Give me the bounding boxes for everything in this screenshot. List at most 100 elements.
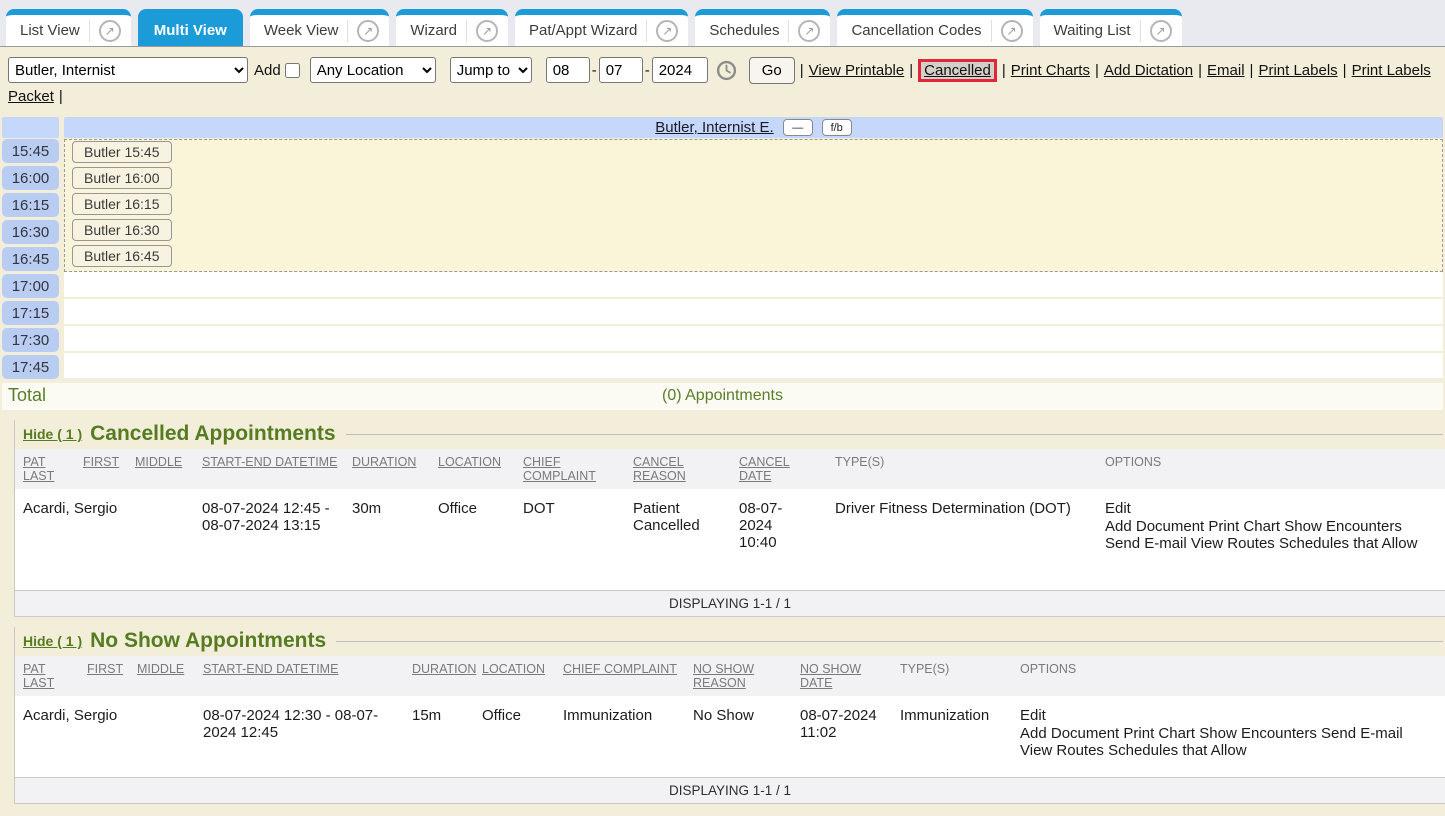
col-chief-complaint[interactable]: CHIEF COMPLAINT [563,662,677,676]
slot-button[interactable]: Butler 16:15 [72,193,172,215]
email-link[interactable]: Email [1207,62,1245,79]
schedule-grid: Butler, Internist E. — f/b 15:45 16:00 1… [0,117,1445,410]
empty-slot-row[interactable] [64,326,1443,353]
view-routes-link[interactable]: View Routes [1191,535,1275,552]
tab-schedules[interactable]: Schedules ↗ [695,9,830,46]
col-first[interactable]: FIRST [87,662,123,676]
col-no-show-date[interactable]: NO SHOW DATE [800,662,861,690]
add-document-link[interactable]: Add Document [1020,725,1119,742]
empty-slot-row[interactable] [64,299,1443,326]
print-labels-packet-link[interactable]: Print Labels [1352,62,1431,79]
print-labels-link[interactable]: Print Labels [1258,62,1337,79]
section-header: Hide ( 1 ) Cancelled Appointments [15,420,1445,449]
col-options: OPTIONS [1020,662,1076,676]
date-separator: - [645,62,650,79]
open-new-window-icon[interactable]: ↗ [656,20,678,42]
toolbar: Butler, Internist Add Any Location Jump … [0,47,1445,110]
hide-cancelled-link[interactable]: Hide ( 1 ) [23,426,82,442]
slot-button[interactable]: Butler 16:30 [72,219,172,241]
open-new-window-icon[interactable]: ↗ [99,20,121,42]
view-printable-link[interactable]: View Printable [809,62,905,79]
col-pat-last[interactable]: PAT LAST [23,662,54,690]
tab-multi-view[interactable]: Multi View [138,9,243,46]
hide-no-show-link[interactable]: Hide ( 1 ) [23,633,82,649]
col-chief-complaint[interactable]: CHIEF COMPLAINT [523,455,596,483]
tab-pat-appt-wizard[interactable]: Pat/Appt Wizard ↗ [515,9,688,46]
cancelled-appointments-table: PAT LAST FIRST MIDDLE START-END DATETIME… [15,449,1445,617]
displaying-text: DISPLAYING 1-1 / 1 [15,778,1445,804]
col-start-end[interactable]: START-END DATETIME [202,455,337,469]
col-location[interactable]: LOCATION [482,662,545,676]
provider-column-header: Butler, Internist E. — f/b [64,117,1443,138]
time-label: 17:30 [2,328,59,352]
empty-slot-row[interactable] [64,353,1443,380]
jump-to-select[interactable]: Jump to [450,57,532,83]
col-location[interactable]: LOCATION [438,455,501,469]
open-new-window-icon[interactable]: ↗ [798,20,820,42]
add-document-link[interactable]: Add Document [1105,518,1204,535]
cancelled-link[interactable]: Cancelled [918,59,997,82]
print-charts-link[interactable]: Print Charts [1011,62,1090,79]
col-middle[interactable]: MIDDLE [137,662,184,676]
time-column-header [2,117,59,138]
slot-button[interactable]: Butler 16:45 [72,245,172,267]
slot-button[interactable]: Butler 15:45 [72,141,172,163]
schedules-that-allow-link[interactable]: Schedules that Allow [1108,742,1246,759]
print-labels-packet-link-wrap[interactable]: Packet [8,88,54,105]
send-email-link[interactable]: Send E-mail [1321,725,1403,742]
collapse-column-button[interactable]: — [783,119,813,136]
date-separator: - [592,62,597,79]
front-back-button[interactable]: f/b [822,119,852,136]
col-cancel-date[interactable]: CANCEL DATE [739,455,790,483]
open-new-window-icon[interactable]: ↗ [476,20,498,42]
col-middle[interactable]: MIDDLE [135,455,182,469]
tab-list-view[interactable]: List View ↗ [6,9,131,46]
date-month-input[interactable] [546,57,590,83]
col-first[interactable]: FIRST [83,455,119,469]
tab-week-view[interactable]: Week View ↗ [250,9,389,46]
tab-waiting-list[interactable]: Waiting List ↗ [1040,9,1182,46]
show-encounters-link[interactable]: Show Encounters [1284,518,1402,535]
open-new-window-icon[interactable]: ↗ [1150,20,1172,42]
col-pat-last[interactable]: PAT LAST [23,455,54,483]
edit-link[interactable]: Edit [1020,707,1441,724]
time-column: 15:45 16:00 16:15 16:30 16:45 17:00 17:1… [2,139,59,382]
col-types: TYPE(S) [835,455,884,469]
col-duration[interactable]: DURATION [352,455,416,469]
separator: | [1198,62,1202,79]
schedule-body: 15:45 16:00 16:15 16:30 16:45 17:00 17:1… [2,139,1443,382]
slot-button[interactable]: Butler 16:00 [72,167,172,189]
tab-cancellation-codes[interactable]: Cancellation Codes ↗ [837,9,1032,46]
col-start-end[interactable]: START-END DATETIME [203,662,338,676]
open-new-window-icon[interactable]: ↗ [1001,20,1023,42]
print-chart-link[interactable]: Print Chart [1208,518,1280,535]
go-button[interactable]: Go [749,57,795,84]
col-cancel-reason[interactable]: CANCEL REASON [633,455,686,483]
tab-wizard[interactable]: Wizard ↗ [396,9,508,46]
location-select[interactable]: Any Location [310,57,436,83]
view-routes-link[interactable]: View Routes [1020,742,1104,759]
edit-link[interactable]: Edit [1105,500,1441,517]
location-cell: Office [474,697,555,778]
date-day-input[interactable] [599,57,643,83]
add-checkbox[interactable] [285,63,300,78]
calendar-clock-icon[interactable] [716,60,737,81]
col-duration[interactable]: DURATION [412,662,476,676]
chief-complaint-cell: DOT [515,490,625,591]
toolbar-row-2: Packet | [8,84,1437,108]
time-label: 17:00 [2,274,59,298]
open-new-window-icon[interactable]: ↗ [357,20,379,42]
date-year-input[interactable] [652,57,708,83]
displaying-row: DISPLAYING 1-1 / 1 [15,591,1445,617]
time-label: 15:45 [2,139,59,163]
tab-label: Schedules [705,22,788,39]
schedules-that-allow-link[interactable]: Schedules that Allow [1279,535,1417,552]
empty-slot-row[interactable] [64,272,1443,299]
send-email-link[interactable]: Send E-mail [1105,535,1187,552]
provider-header-link[interactable]: Butler, Internist E. [655,119,773,136]
add-dictation-link[interactable]: Add Dictation [1104,62,1193,79]
col-no-show-reason[interactable]: NO SHOW REASON [693,662,754,690]
show-encounters-link[interactable]: Show Encounters [1199,725,1317,742]
provider-select[interactable]: Butler, Internist [8,57,248,83]
print-chart-link[interactable]: Print Chart [1123,725,1195,742]
